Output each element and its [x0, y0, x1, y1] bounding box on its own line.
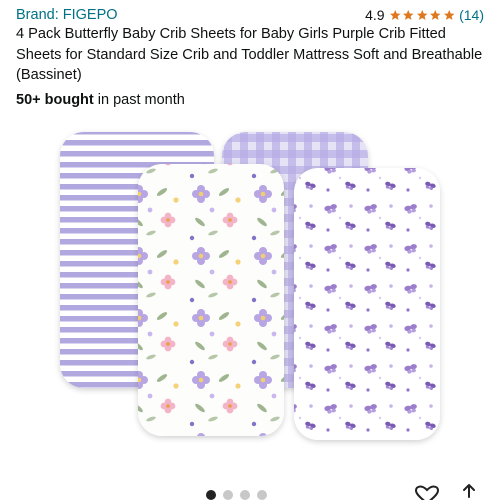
bought-period: in past month: [93, 92, 185, 108]
listing-header: Brand: FIGEPO 4.9 (14): [16, 4, 484, 26]
star-icon: [403, 9, 414, 20]
crib-sheet-floral: [138, 164, 284, 436]
carousel-dot[interactable]: [206, 490, 216, 500]
carousel-dot[interactable]: [223, 490, 233, 500]
carousel-dot[interactable]: [240, 490, 250, 500]
image-carousel-controls: [0, 480, 500, 500]
bought-count: 50+ bought: [16, 92, 94, 108]
rating-value: 4.9: [365, 7, 385, 23]
star-rating: [389, 9, 456, 22]
share-icon[interactable]: [458, 483, 480, 500]
brand-link[interactable]: Brand: FIGEPO: [16, 7, 118, 23]
carousel-dot[interactable]: [257, 490, 267, 500]
product-title: 4 Pack Butterfly Baby Crib Sheets for Ba…: [16, 26, 483, 83]
product-image[interactable]: [0, 118, 500, 458]
heart-icon[interactable]: [414, 485, 440, 500]
crib-sheet-butterfly: [294, 168, 440, 440]
star-icon: [430, 9, 441, 20]
star-icon: [416, 9, 428, 20]
carousel-dots: [206, 490, 267, 500]
review-count-link[interactable]: (14): [459, 7, 484, 23]
bought-in-past-month: 50+ bought in past month: [16, 92, 185, 108]
star-icon: [389, 9, 401, 20]
rating-summary[interactable]: 4.9 (14): [365, 7, 484, 23]
star-icon: [443, 9, 455, 20]
